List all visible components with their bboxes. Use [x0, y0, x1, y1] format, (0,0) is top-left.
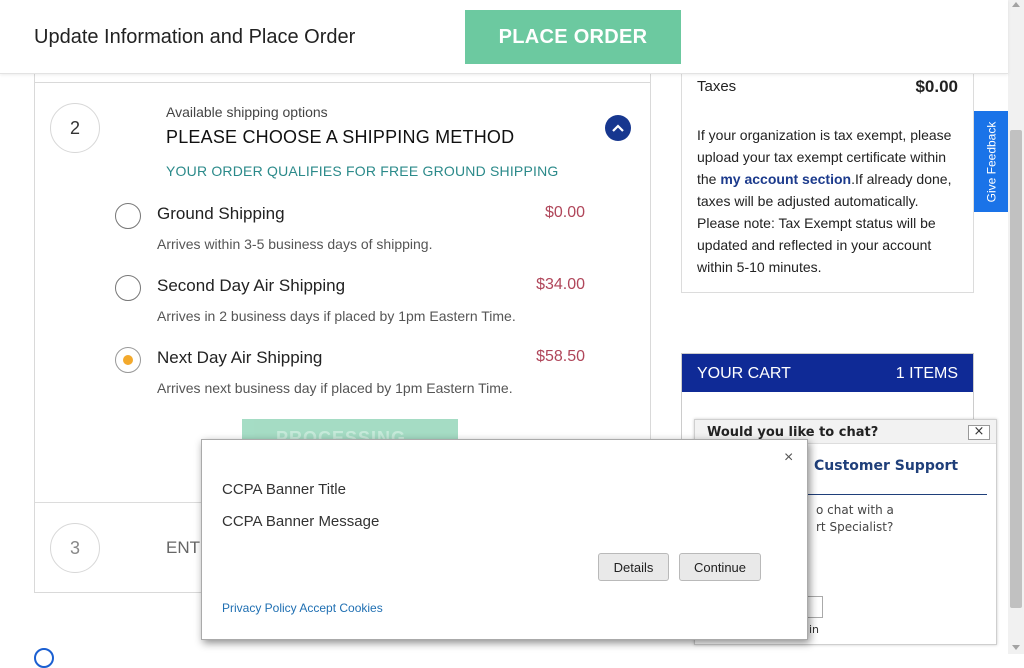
shipping-option-name: Second Day Air Shipping: [157, 276, 346, 295]
step-number-badge-3: 3: [50, 523, 100, 573]
tax-exempt-note: If your organization is tax exempt, plea…: [697, 124, 963, 278]
my-account-link[interactable]: my account section: [720, 171, 851, 187]
shipping-option-price: $34.00: [536, 276, 585, 293]
chat-close-button[interactable]: ×: [968, 425, 990, 440]
ccpa-title: CCPA Banner Title: [222, 481, 346, 498]
page-title: Update Information and Place Order: [34, 26, 356, 48]
next-day-air-radio[interactable]: [115, 347, 141, 373]
shipping-option-description: Arrives next business day if placed by 1…: [157, 380, 513, 396]
ccpa-continue-button[interactable]: Continue: [679, 553, 761, 581]
privacy-policy-link[interactable]: Privacy Policy Accept Cookies: [222, 601, 383, 615]
available-shipping-label: Available shipping options: [166, 104, 328, 120]
scroll-down-icon[interactable]: [1012, 645, 1020, 650]
scrollbar-thumb[interactable]: [1010, 130, 1022, 608]
page-scrollbar[interactable]: [1008, 0, 1024, 654]
ccpa-close-icon[interactable]: ×: [784, 449, 793, 467]
chevron-up-icon: [612, 124, 624, 132]
scroll-up-icon[interactable]: [1012, 2, 1020, 7]
free-shipping-notice: YOUR ORDER QUALIFIES FOR FREE GROUND SHI…: [166, 163, 559, 179]
give-feedback-tab[interactable]: Give Feedback: [974, 111, 1008, 212]
taxes-box: Taxes $0.00 If your organization is tax …: [681, 58, 974, 293]
ccpa-details-button[interactable]: Details: [598, 553, 669, 581]
bottom-step-icon: [34, 648, 54, 668]
page-header: Update Information and Place Order PLACE…: [0, 0, 1008, 74]
collapse-section-button[interactable]: [605, 115, 631, 141]
shipping-option-description: Arrives within 3-5 business days of ship…: [157, 236, 433, 252]
radio-selected-dot: [123, 355, 133, 365]
step-number-badge: 2: [50, 103, 100, 153]
step3-heading: ENT: [166, 538, 200, 557]
ccpa-message: CCPA Banner Message: [222, 513, 380, 530]
cart-title: YOUR CART: [697, 365, 791, 382]
shipping-option-price: $58.50: [536, 348, 585, 365]
chat-title: Customer Support: [814, 458, 959, 474]
shipping-method-heading: PLEASE CHOOSE A SHIPPING METHOD: [166, 127, 515, 147]
place-order-button[interactable]: PLACE ORDER: [465, 10, 681, 64]
shipping-option-price: $0.00: [544, 204, 585, 221]
shipping-option-description: Arrives in 2 business days if placed by …: [157, 308, 516, 324]
shipping-panel-edge: [34, 74, 651, 82]
chat-question: Would you like to chat?: [707, 425, 879, 440]
cart-item-count: 1 ITEMS: [895, 365, 958, 382]
ccpa-banner: × CCPA Banner Title CCPA Banner Message …: [201, 439, 808, 640]
second-day-air-radio[interactable]: [115, 275, 141, 301]
ground-shipping-radio[interactable]: [115, 203, 141, 229]
shipping-option-name: Ground Shipping: [157, 204, 285, 223]
cart-header: YOUR CART 1 ITEMS: [682, 354, 973, 392]
taxes-label: Taxes: [697, 78, 737, 95]
shipping-option-name: Next Day Air Shipping: [157, 348, 323, 367]
taxes-value: $0.00: [915, 77, 958, 96]
give-feedback-label: Give Feedback: [984, 121, 998, 202]
